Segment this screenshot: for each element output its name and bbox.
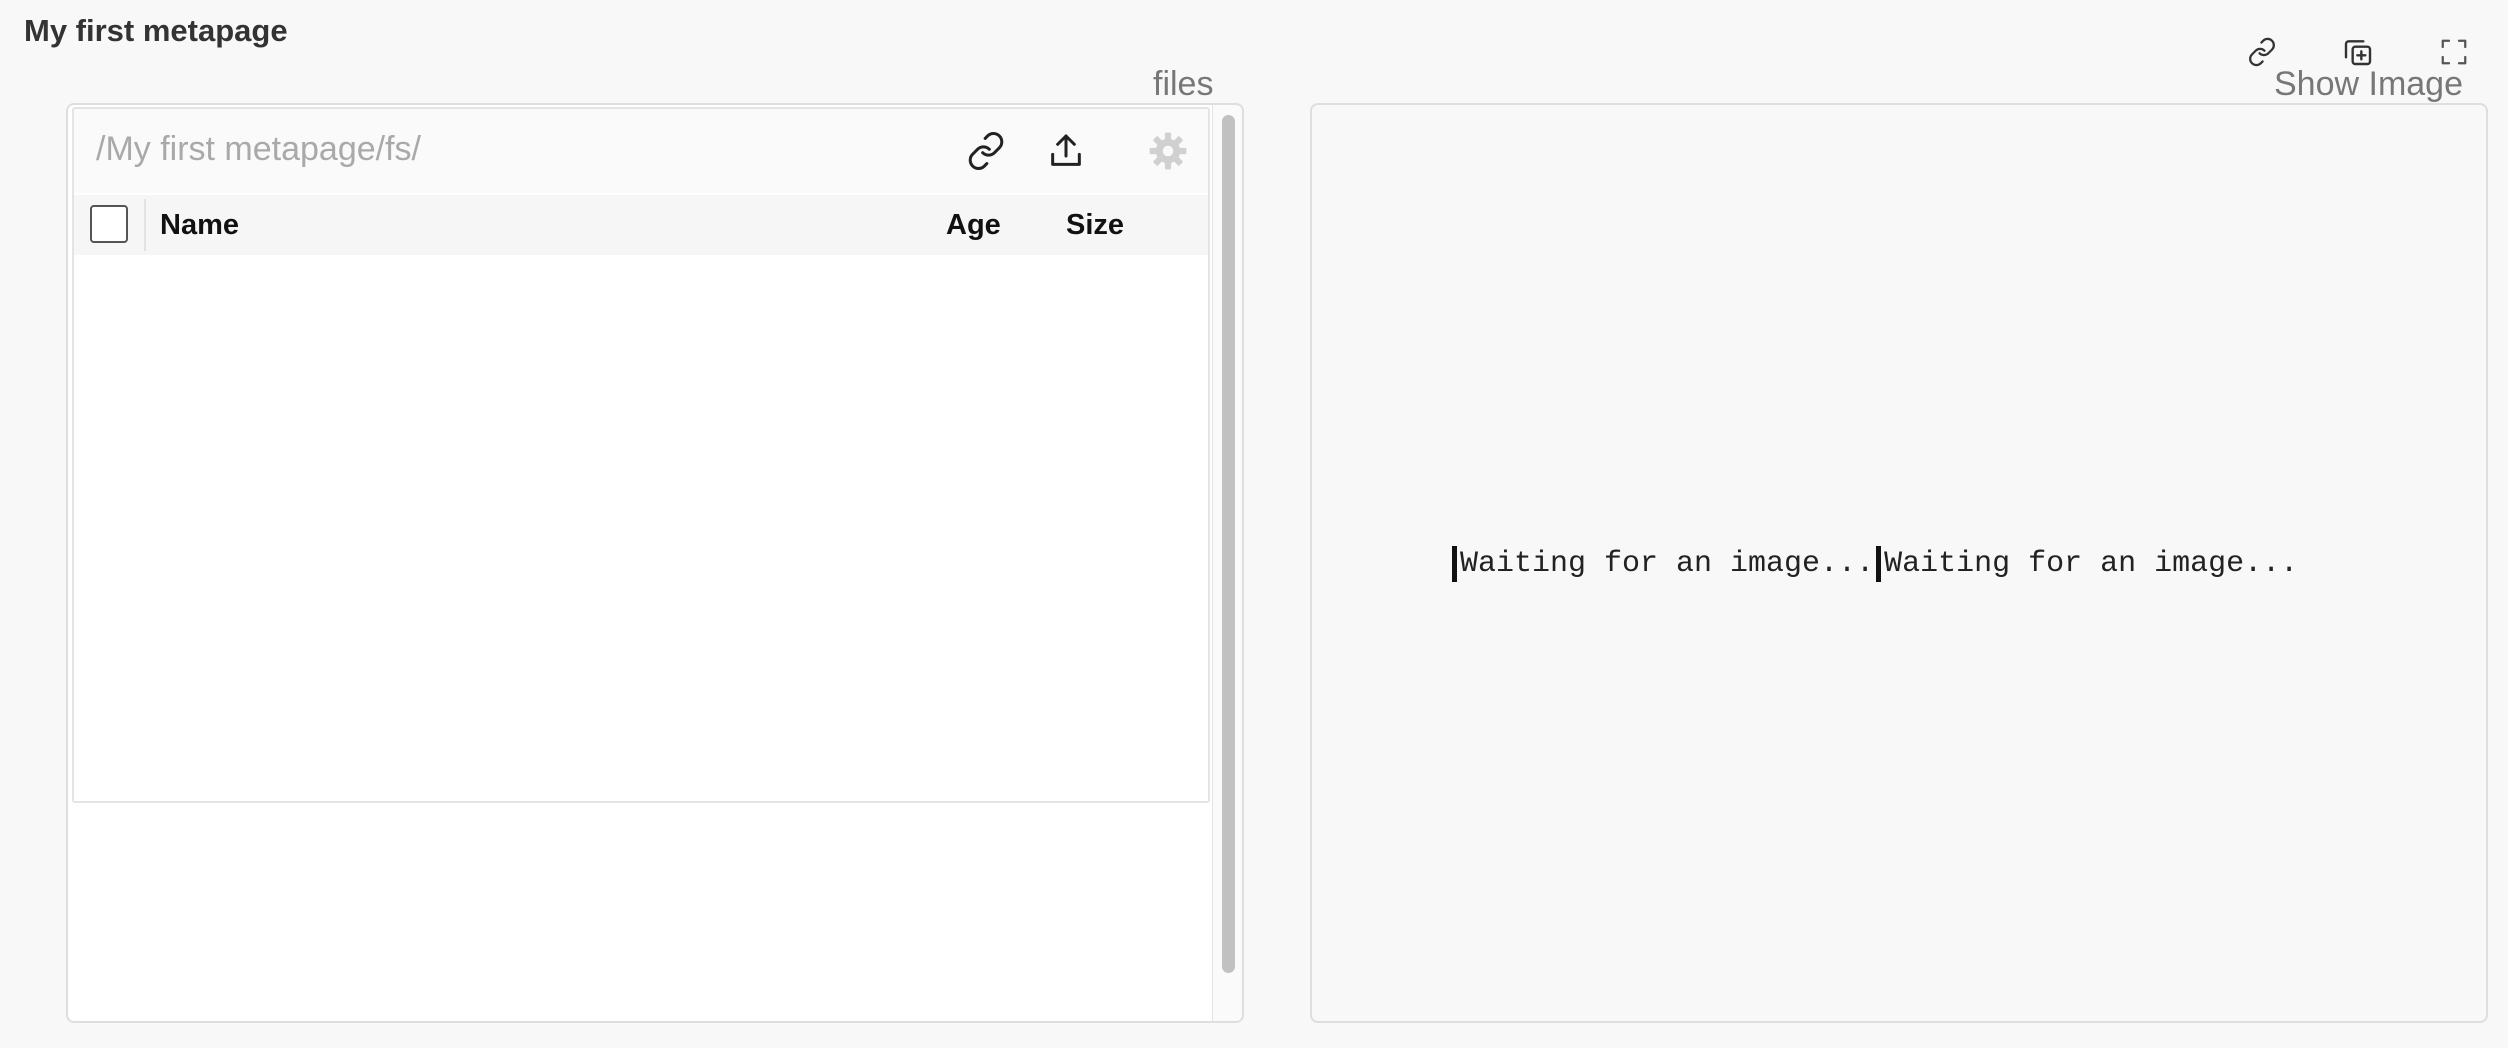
column-header-name[interactable]: Name bbox=[160, 207, 239, 243]
select-all-checkbox[interactable] bbox=[90, 205, 128, 243]
scrollbar[interactable] bbox=[1212, 105, 1242, 1021]
file-browser-toolbar: /My first metapage/fs/ bbox=[74, 109, 1208, 193]
header-divider bbox=[144, 199, 146, 251]
text-cursor bbox=[1452, 546, 1457, 582]
file-browser: /My first metapage/fs/ Name Age Size bbox=[72, 107, 1210, 803]
scrollbar-thumb[interactable] bbox=[1222, 115, 1235, 973]
page-title: My first metapage bbox=[24, 13, 288, 48]
upload-icon[interactable] bbox=[1040, 125, 1092, 177]
column-header-size[interactable]: Size bbox=[1066, 207, 1124, 243]
waiting-message-row: Waiting for an image... Waiting for an im… bbox=[1452, 545, 2298, 583]
column-header-age[interactable]: Age bbox=[946, 207, 1001, 243]
waiting-message: Waiting for an image... bbox=[1884, 547, 2299, 581]
text-cursor bbox=[1876, 546, 1882, 582]
link-icon[interactable] bbox=[960, 125, 1012, 177]
gear-icon[interactable] bbox=[1142, 125, 1194, 177]
image-panel: Waiting for an image... Waiting for an im… bbox=[1310, 103, 2488, 1023]
files-panel-label: files bbox=[1153, 65, 1214, 103]
file-list[interactable] bbox=[74, 255, 1208, 801]
file-list-header: Name Age Size bbox=[74, 195, 1208, 255]
waiting-message: Waiting for an image... bbox=[1460, 547, 1875, 581]
current-path: /My first metapage/fs/ bbox=[96, 130, 421, 168]
files-panel: /My first metapage/fs/ Name Age Size bbox=[66, 103, 1244, 1023]
image-panel-label: Show Image bbox=[2274, 65, 2463, 103]
